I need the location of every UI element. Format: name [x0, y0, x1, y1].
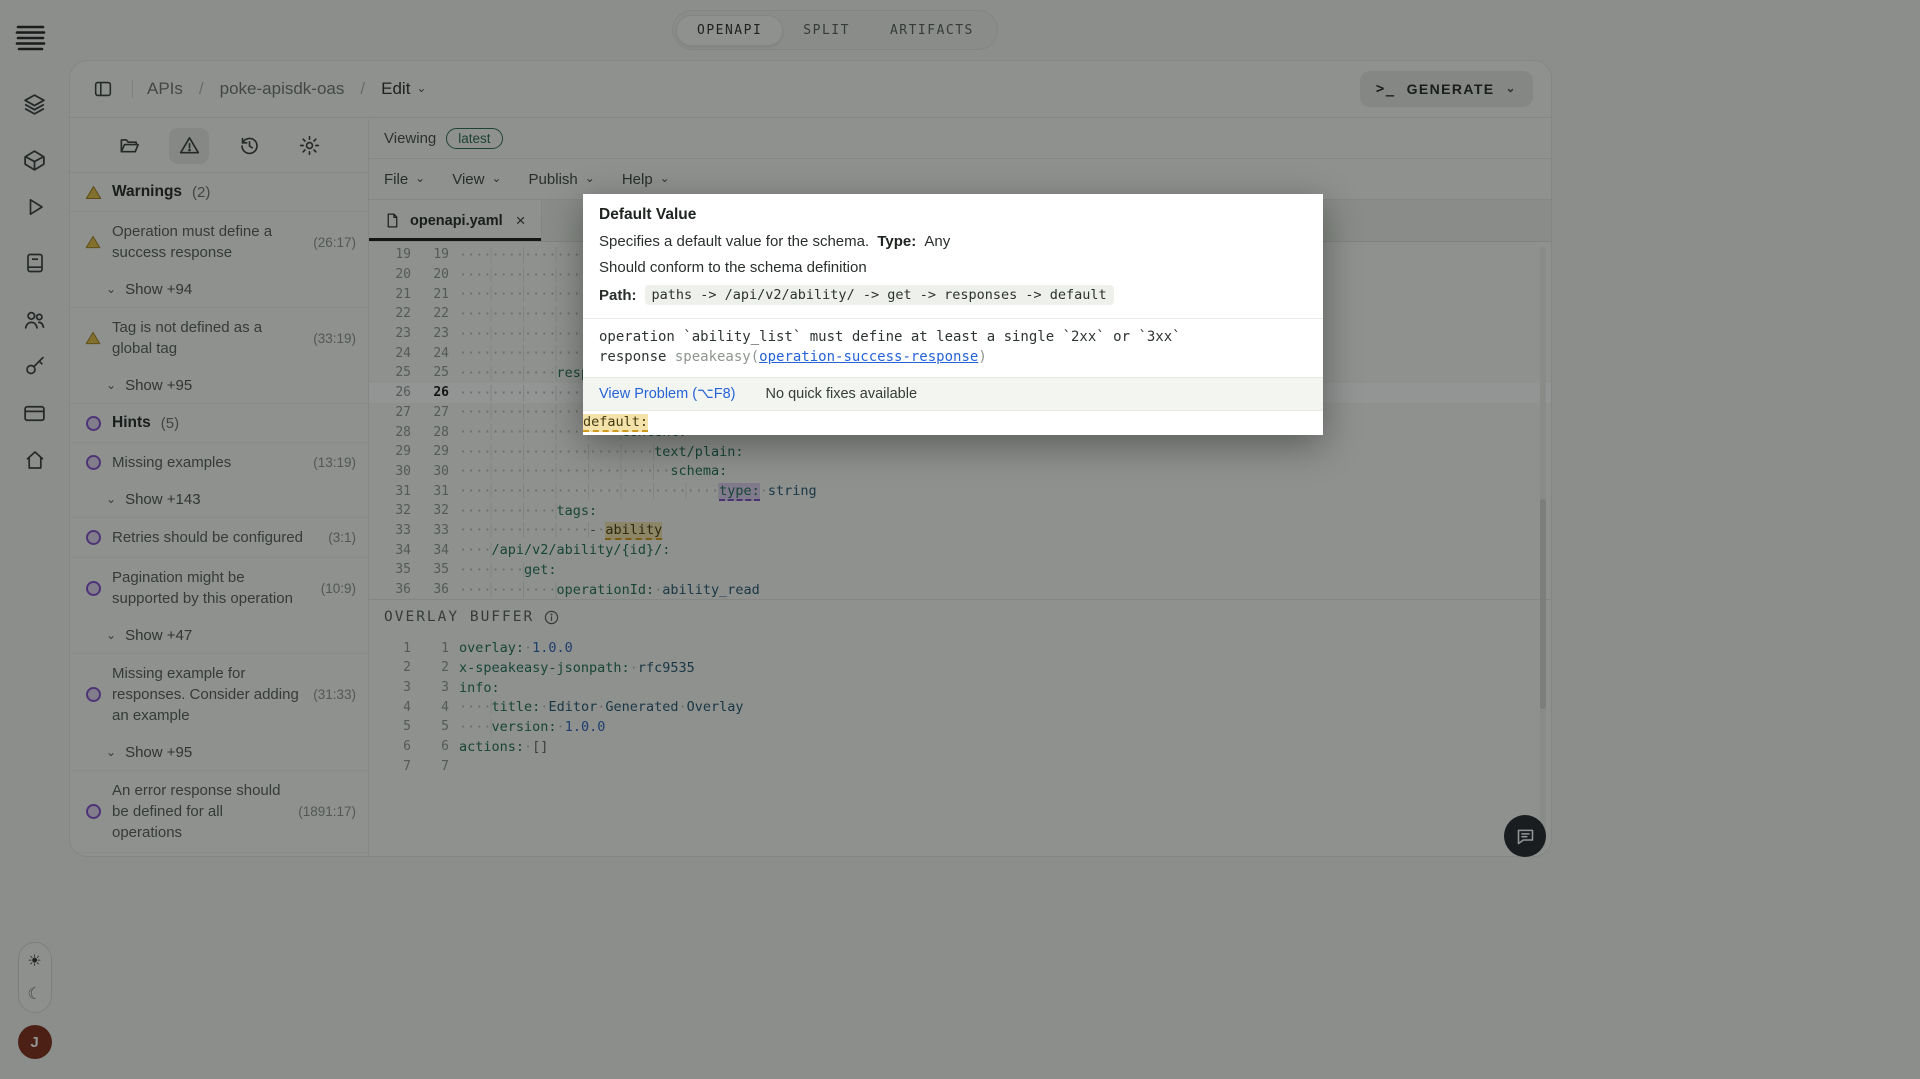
no-quick-fixes-label: No quick fixes available: [766, 386, 918, 402]
app-root: { "app": { "top_tabs": [ {"label": "OPEN…: [0, 0, 1920, 1079]
view-problem-link[interactable]: View Problem (⌥F8): [599, 386, 736, 402]
modal-scrim[interactable]: [0, 0, 1920, 1079]
popup-path-row: Path: paths -> /api/v2/ability/ -> get -…: [599, 285, 1307, 305]
hover-popup: Default Value Specifies a default value …: [583, 194, 1323, 435]
popup-path-value: paths -> /api/v2/ability/ -> get -> resp…: [645, 285, 1114, 305]
popup-problem-message: operation `ability_list` must define at …: [583, 318, 1323, 377]
popup-title: Default Value: [599, 206, 1307, 224]
popup-description: Specifies a default value for the schema…: [599, 233, 1307, 250]
highlighted-token[interactable]: default:: [583, 414, 648, 432]
popup-inline-code-row: default:: [583, 411, 1323, 435]
popup-actions-bar: View Problem (⌥F8) No quick fixes availa…: [583, 377, 1323, 411]
popup-conform-note: Should conform to the schema definition: [599, 259, 1307, 276]
popup-doc-section: Default Value Specifies a default value …: [583, 194, 1323, 318]
rule-link[interactable]: operation-success-response: [759, 349, 978, 365]
